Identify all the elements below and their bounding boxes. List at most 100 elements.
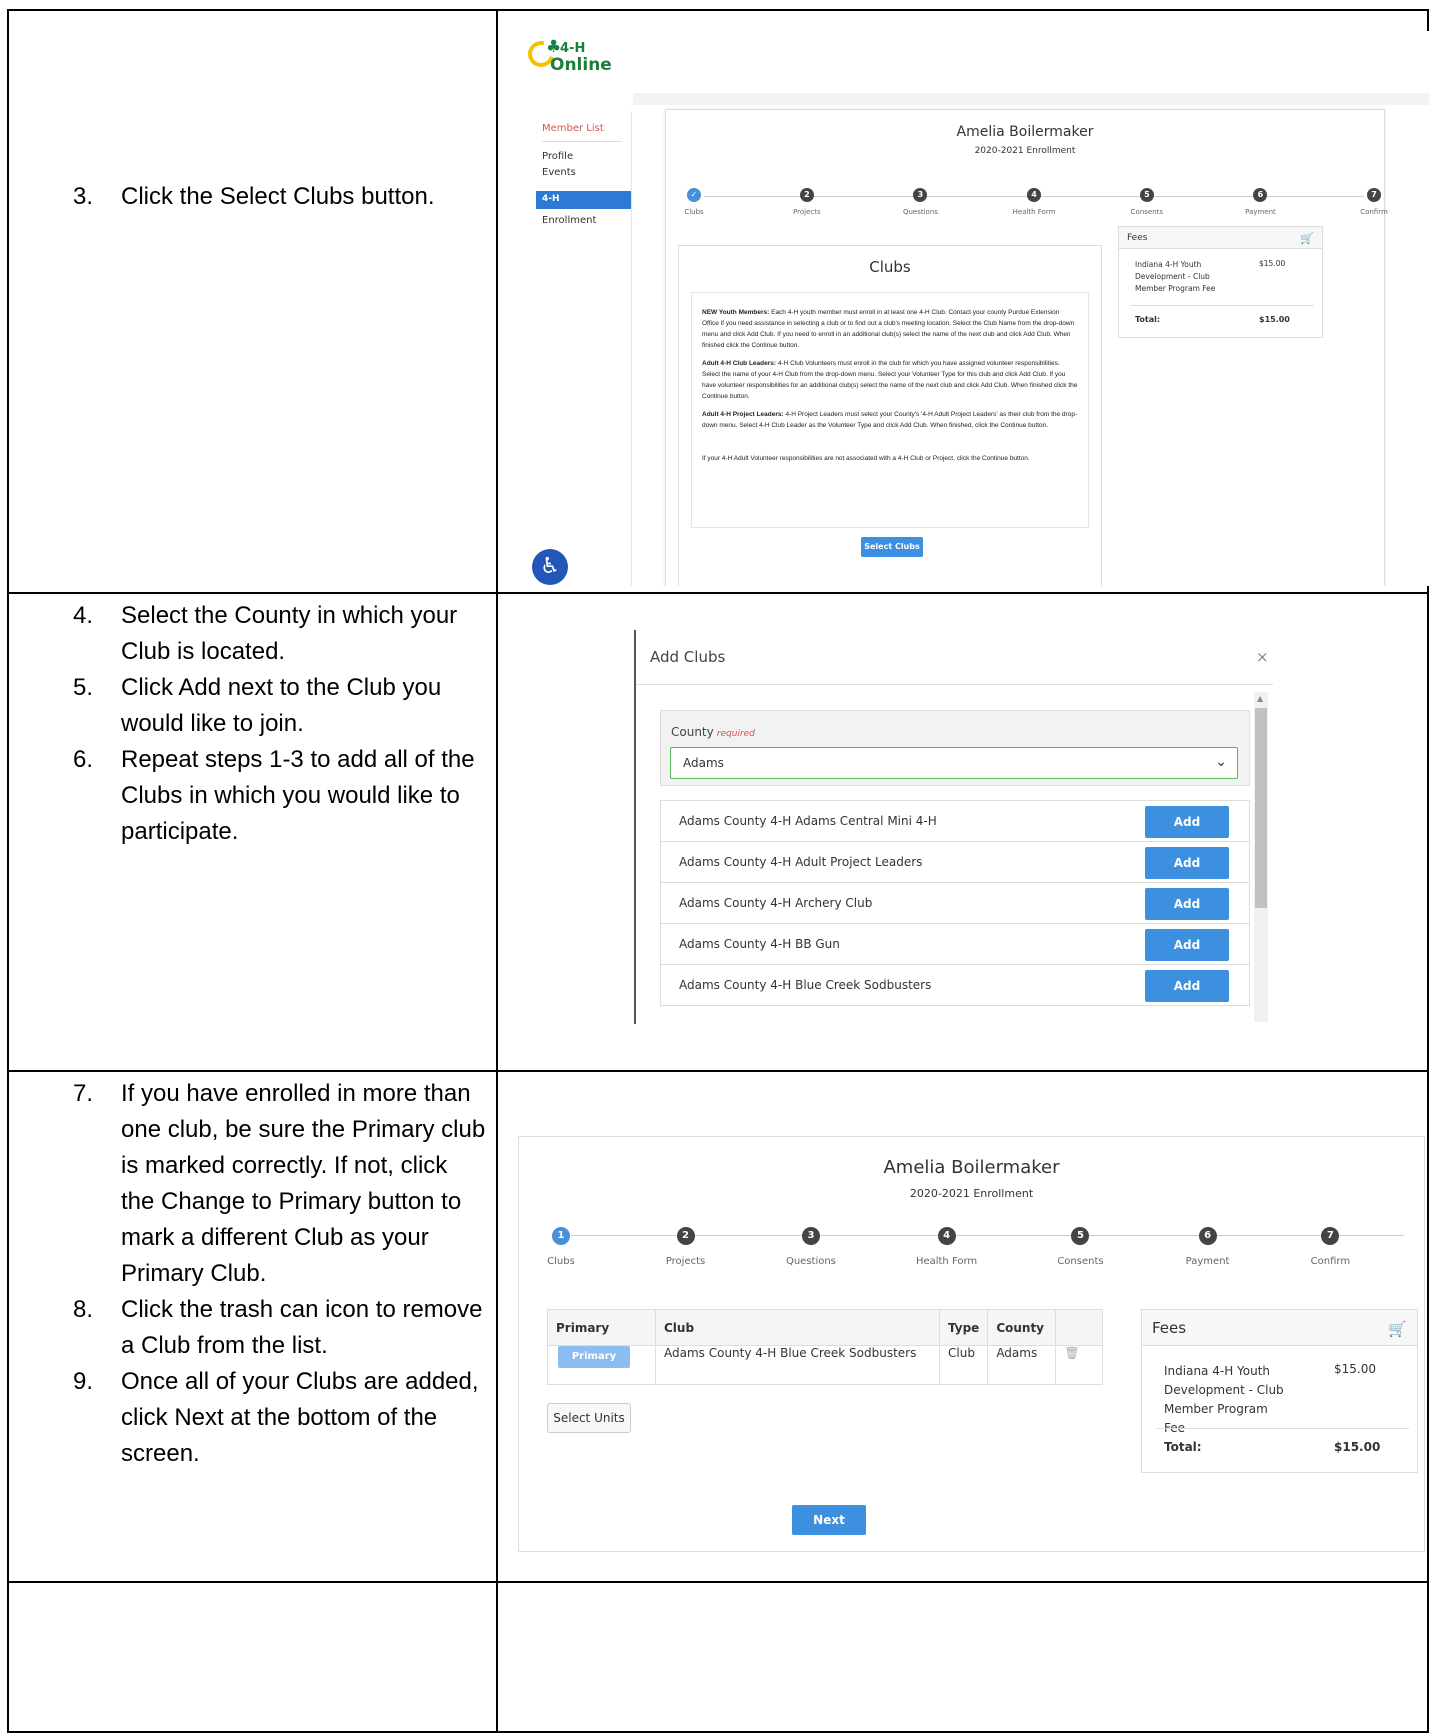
fees-total-label: Total: bbox=[1164, 1440, 1202, 1454]
top-bar bbox=[633, 93, 1429, 105]
club-cell: Adams County 4-H Blue Creek Sodbusters bbox=[655, 1345, 940, 1385]
trash-icon[interactable]: 🗑 bbox=[1064, 1346, 1079, 1360]
fee-item-amount: $15.00 bbox=[1259, 259, 1286, 268]
wizard-stepper: ✓ Clubs 2 Projects 3 Questions 4 Health Form… bbox=[684, 188, 1388, 222]
wizard-step-payment[interactable]: 6 Payment bbox=[1220, 188, 1300, 216]
wizard-step-label: Clubs bbox=[684, 208, 704, 216]
clover-icon: ♣ bbox=[546, 37, 562, 57]
step-list: 7. If you have enrolled in more than one … bbox=[9, 1076, 496, 1472]
instruction-paragraph: NEW Youth Members: Each 4-H youth member… bbox=[702, 307, 1078, 351]
wizard-step-confirm[interactable]: 7 Confirm bbox=[1290, 1227, 1370, 1267]
enrollment-card: Amelia Boilermaker 2020-2021 Enrollment … bbox=[665, 109, 1388, 586]
nav-member-list[interactable]: Member List bbox=[542, 123, 604, 134]
wizard-step-label: Questions bbox=[785, 1256, 836, 1267]
step-item: 7. If you have enrolled in more than one … bbox=[9, 1076, 496, 1292]
step-item: 5. Click Add next to the Club you would l… bbox=[9, 670, 496, 742]
fee-item-amount: $15.00 bbox=[1334, 1362, 1376, 1376]
add-club-button[interactable]: Add bbox=[1145, 888, 1229, 920]
step-number-circle: 6 bbox=[1253, 188, 1268, 202]
step-number: 8. bbox=[73, 1296, 94, 1323]
wizard-step-questions[interactable]: 3 Questions bbox=[771, 1227, 851, 1267]
step-row-4-6: 4. Select the County in which your Club i… bbox=[7, 592, 1429, 1072]
step-row-7-9: 7. If you have enrolled in more than one … bbox=[7, 1070, 1429, 1583]
step-number: 3. bbox=[73, 183, 94, 210]
nav-events[interactable]: Events bbox=[542, 167, 576, 178]
clubs-instructions: NEW Youth Members: Each 4-H youth member… bbox=[691, 292, 1089, 528]
add-club-button[interactable]: Add bbox=[1145, 847, 1229, 879]
step-number-circle: 2 bbox=[676, 1227, 695, 1245]
club-list: Adams County 4-H Adams Central Mini 4-H A… bbox=[660, 800, 1250, 1006]
county-selected-value: Adams bbox=[683, 756, 724, 770]
next-button[interactable]: Next bbox=[792, 1505, 866, 1535]
wizard-step-clubs[interactable]: ✓ Clubs bbox=[654, 188, 734, 216]
wizard-step-label: Confirm bbox=[1360, 208, 1388, 216]
actions-cell: 🗑 bbox=[1055, 1345, 1103, 1385]
step-number-circle: 6 bbox=[1198, 1227, 1217, 1245]
fees-header: Fees 🛒 bbox=[1119, 227, 1322, 249]
scroll-up-icon[interactable]: ▲ bbox=[1257, 694, 1263, 703]
wizard-step-confirm[interactable]: 7 Confirm bbox=[1334, 188, 1414, 216]
county-select[interactable]: Adams ⌄ bbox=[670, 747, 1238, 779]
fees-title: Fees bbox=[1127, 233, 1148, 243]
sidebar: Member List Profile Events 4-H Enrollmen… bbox=[518, 111, 632, 581]
wizard-step-health-form[interactable]: 4 Health Form bbox=[994, 188, 1074, 216]
step-text: If you have enrolled in more than one cl… bbox=[121, 1080, 486, 1287]
instruction-lead: NEW Youth Members: bbox=[702, 309, 770, 316]
modal-header-divider bbox=[636, 684, 1273, 685]
wizard-step-label: Clubs bbox=[547, 1256, 575, 1267]
instruction-paragraph: Adult 4-H Project Leaders: 4-H Project L… bbox=[702, 409, 1078, 431]
wizard-step-label: Confirm bbox=[1310, 1256, 1351, 1267]
scrollbar-thumb[interactable] bbox=[1255, 708, 1267, 908]
fees-divider bbox=[1156, 1428, 1409, 1429]
clubs-panel: Clubs NEW Youth Members: Each 4-H youth … bbox=[678, 245, 1102, 586]
wizard-step-projects[interactable]: 2 Projects bbox=[646, 1227, 726, 1267]
step-text: Repeat steps 1-3 to add all of the Clubs… bbox=[121, 746, 475, 845]
county-cell: Adams bbox=[987, 1345, 1057, 1385]
wizard-step-consents[interactable]: 5 Consents bbox=[1040, 1227, 1120, 1267]
column-header-type: Type bbox=[938, 1308, 989, 1347]
select-clubs-button[interactable]: Select Clubs bbox=[861, 537, 923, 557]
wizard-step-clubs[interactable]: 1 Clubs bbox=[521, 1227, 601, 1267]
add-club-button[interactable]: Add bbox=[1145, 970, 1229, 1002]
step-item: 6. Repeat steps 1-3 to add all of the Clu… bbox=[9, 742, 496, 850]
step-number: 6. bbox=[73, 746, 94, 773]
step-number: 5. bbox=[73, 674, 94, 701]
wizard-step-label: Health Form bbox=[1012, 208, 1056, 216]
select-units-button[interactable]: Select Units bbox=[547, 1403, 631, 1433]
close-icon[interactable]: × bbox=[1256, 648, 1269, 666]
primary-cell: Primary bbox=[547, 1345, 656, 1385]
step-text-cell: 4. Select the County in which your Club i… bbox=[7, 592, 498, 1072]
member-name: Amelia Boilermaker bbox=[883, 1157, 1060, 1178]
wizard-step-projects[interactable]: 2 Projects bbox=[767, 188, 847, 216]
club-name: Adams County 4-H Blue Creek Sodbusters bbox=[679, 978, 932, 992]
nav-enrollment[interactable]: Enrollment bbox=[542, 215, 596, 226]
primary-button[interactable]: Primary bbox=[558, 1346, 630, 1369]
enrollment-clubs-screenshot: ♣ 4-H Online Member List Profile Events … bbox=[518, 31, 1429, 586]
wizard-step-payment[interactable]: 6 Payment bbox=[1168, 1227, 1248, 1267]
step-item: 4. Select the County in which your Club i… bbox=[9, 598, 496, 670]
club-name: Adams County 4-H Archery Club bbox=[679, 896, 873, 910]
add-club-button[interactable]: Add bbox=[1145, 806, 1229, 838]
wizard-step-questions[interactable]: 3 Questions bbox=[880, 188, 960, 216]
check-icon: ✓ bbox=[687, 188, 701, 202]
accessibility-icon[interactable]: ♿ bbox=[532, 549, 568, 585]
table-row: Primary Adams County 4-H Blue Creek Sodb… bbox=[547, 1345, 1103, 1385]
club-list-item: Adams County 4-H BB Gun Add bbox=[661, 924, 1249, 965]
fees-total-amount: $15.00 bbox=[1334, 1440, 1381, 1454]
step-text-cell: 3. Click the Select Clubs button. bbox=[7, 9, 498, 594]
wizard-step-label: Projects bbox=[665, 1256, 706, 1267]
step-number-circle: 3 bbox=[801, 1227, 820, 1245]
club-name: Adams County 4-H BB Gun bbox=[679, 937, 840, 951]
step-number: 9. bbox=[73, 1368, 94, 1395]
cart-icon: 🛒 bbox=[1300, 232, 1314, 245]
step-list: 3. Click the Select Clubs button. bbox=[9, 179, 496, 215]
modal-scrollbar[interactable]: ▲ bbox=[1254, 692, 1268, 1022]
logo-text-4h: 4-H bbox=[560, 41, 586, 56]
wizard-step-consents[interactable]: 5 Consents bbox=[1107, 188, 1187, 216]
nav-profile[interactable]: Profile bbox=[542, 151, 573, 162]
add-club-button[interactable]: Add bbox=[1145, 929, 1229, 961]
wizard-step-health-form[interactable]: 4 Health Form bbox=[907, 1227, 987, 1267]
step-number: 7. bbox=[73, 1080, 94, 1107]
fees-header: Fees 🛒 bbox=[1142, 1310, 1417, 1346]
nav-section-4h: 4-H bbox=[536, 191, 632, 209]
